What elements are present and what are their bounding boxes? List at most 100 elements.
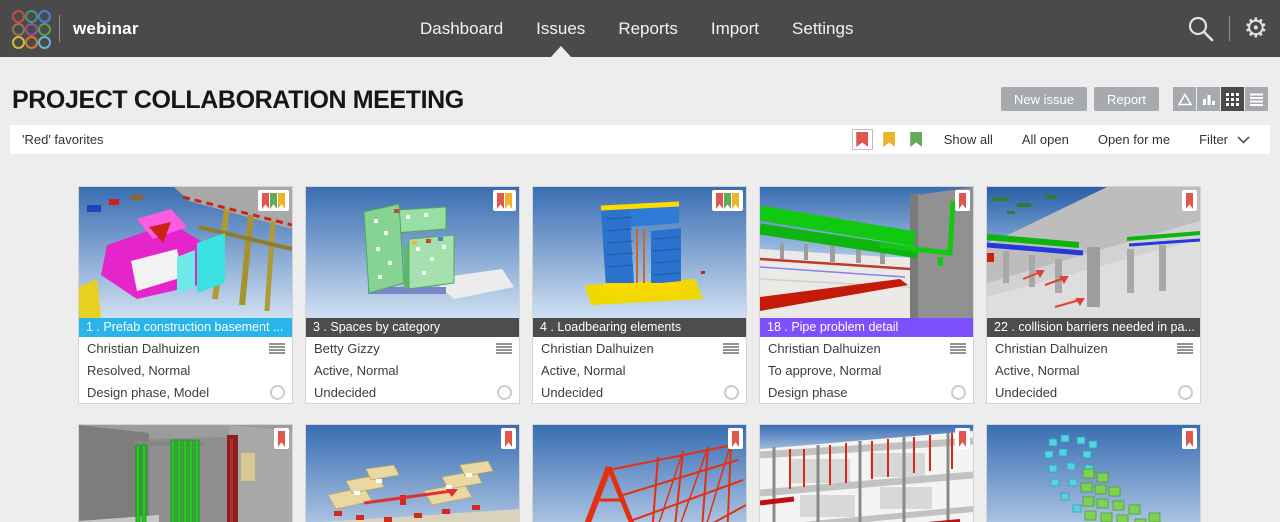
nav-reports[interactable]: Reports <box>618 0 678 57</box>
new-issue-button[interactable]: New issue <box>1001 87 1087 111</box>
grid-view-icon[interactable] <box>1221 87 1244 111</box>
nav-issues[interactable]: Issues <box>536 0 585 57</box>
card-menu-icon[interactable] <box>496 342 512 354</box>
issue-phase: Design phase <box>768 384 848 400</box>
chevron-down-icon <box>1237 135 1250 144</box>
show-all-link[interactable]: Show all <box>944 132 993 147</box>
bookmark-badge[interactable] <box>493 190 516 211</box>
issue-phase: Design phase, Model <box>87 384 210 400</box>
list-view-icon[interactable] <box>1245 87 1268 111</box>
nav-dashboard[interactable]: Dashboard <box>420 0 503 57</box>
issue-thumbnail[interactable] <box>987 425 1200 522</box>
issue-author: Christian Dalhuizen <box>768 340 881 356</box>
bimcollab-logo <box>11 9 51 49</box>
red-bookmark-filter[interactable] <box>851 129 873 150</box>
bookmark-badge[interactable] <box>728 428 743 449</box>
model-view-icon[interactable] <box>1173 87 1196 111</box>
yellow-bookmark-filter[interactable] <box>878 129 900 150</box>
all-open-link[interactable]: All open <box>1022 132 1069 147</box>
issue-thumbnail[interactable] <box>760 425 973 522</box>
issue-thumbnail[interactable] <box>533 187 746 318</box>
active-tab-notch <box>550 46 571 57</box>
green-bookmark-icon <box>270 193 277 209</box>
card-menu-icon[interactable] <box>723 342 739 354</box>
issue-title[interactable]: 4 . Loadbearing elements <box>533 318 746 337</box>
issues-grid: 1 . Prefab construction basement ... Chr… <box>78 186 1201 522</box>
logo-circle <box>37 22 51 36</box>
issue-thumbnail[interactable] <box>79 425 292 522</box>
card-menu-icon[interactable] <box>1177 342 1193 354</box>
issue-card-22[interactable]: 22 . collision barriers needed in pa... … <box>986 186 1201 404</box>
yellow-bookmark-icon <box>883 132 896 147</box>
header-icons: ⚙ <box>1187 0 1268 57</box>
card-menu-icon[interactable] <box>950 342 966 354</box>
status-circle-icon[interactable] <box>724 384 739 400</box>
issue-author: Christian Dalhuizen <box>87 340 200 356</box>
bookmark-badge[interactable] <box>1182 428 1197 449</box>
brand-divider <box>59 15 60 42</box>
filter-dropdown[interactable]: Filter <box>1199 132 1250 147</box>
card-menu-icon[interactable] <box>269 342 285 354</box>
issue-author: Christian Dalhuizen <box>541 340 654 356</box>
issue-thumbnail[interactable] <box>79 187 292 318</box>
bookmark-badge[interactable] <box>501 428 516 449</box>
issue-title[interactable]: 1 . Prefab construction basement ... <box>79 318 292 337</box>
issue-card-18[interactable]: 18 . Pipe problem detail Christian Dalhu… <box>759 186 974 404</box>
red-bookmark-icon <box>1186 431 1193 447</box>
status-circle-icon[interactable] <box>497 384 512 400</box>
status-circle-icon[interactable] <box>270 384 285 400</box>
issue-thumbnail[interactable] <box>987 187 1200 318</box>
issue-title[interactable]: 18 . Pipe problem detail <box>760 318 973 337</box>
search-icon[interactable] <box>1187 15 1215 43</box>
bookmark-badge[interactable] <box>274 428 289 449</box>
red-bookmark-icon <box>1186 193 1193 209</box>
issue-author: Betty Gizzy <box>314 340 380 356</box>
bookmark-badge[interactable] <box>955 190 970 211</box>
issue-card-row2-3[interactable] <box>532 424 747 522</box>
red-bookmark-icon <box>856 132 869 147</box>
logo-circle <box>24 9 38 23</box>
logo-circle <box>37 9 51 23</box>
red-bookmark-icon <box>262 193 269 209</box>
issue-card-row2-1[interactable] <box>78 424 293 522</box>
nav-import[interactable]: Import <box>711 0 759 57</box>
issue-thumbnail[interactable] <box>306 425 519 522</box>
issue-thumbnail[interactable] <box>760 187 973 318</box>
logo-circle <box>24 22 38 36</box>
red-bookmark-icon <box>732 431 739 447</box>
issue-card-3[interactable]: 3 . Spaces by category Betty Gizzy Activ… <box>305 186 520 404</box>
status-circle-icon[interactable] <box>951 384 966 400</box>
issue-thumbnail[interactable] <box>306 187 519 318</box>
bookmark-badge[interactable] <box>258 190 289 211</box>
logo-circle <box>37 35 51 49</box>
issue-thumbnail[interactable] <box>533 425 746 522</box>
header-divider <box>1228 16 1230 41</box>
issue-card-1[interactable]: 1 . Prefab construction basement ... Chr… <box>78 186 293 404</box>
issue-status: Active, Normal <box>541 362 626 378</box>
yellow-bookmark-icon <box>505 193 512 209</box>
filter-bar: 'Red' favorites Show all All open Open f… <box>10 125 1270 154</box>
status-circle-icon[interactable] <box>1178 384 1193 400</box>
green-bookmark-icon <box>910 132 923 147</box>
green-bookmark-filter[interactable] <box>905 129 927 150</box>
bookmark-badge[interactable] <box>1182 190 1197 211</box>
bookmark-badge[interactable] <box>712 190 743 211</box>
issue-phase: Undecided <box>314 384 377 400</box>
issue-title[interactable]: 3 . Spaces by category <box>306 318 519 337</box>
issue-card-row2-2[interactable] <box>305 424 520 522</box>
gear-icon[interactable]: ⚙ <box>1244 15 1268 42</box>
issue-title[interactable]: 22 . collision barriers needed in pa... <box>987 318 1200 337</box>
red-bookmark-icon <box>497 193 504 209</box>
issue-card-row2-5[interactable] <box>986 424 1201 522</box>
chart-view-icon[interactable] <box>1197 87 1220 111</box>
issue-card-row2-4[interactable] <box>759 424 974 522</box>
open-for-me-link[interactable]: Open for me <box>1098 132 1170 147</box>
issue-card-4[interactable]: 4 . Loadbearing elements Christian Dalhu… <box>532 186 747 404</box>
page-title: PROJECT COLLABORATION MEETING <box>12 86 464 114</box>
issue-status: Active, Normal <box>995 362 1080 378</box>
logo-circle <box>11 9 25 23</box>
report-button[interactable]: Report <box>1093 87 1159 111</box>
issue-status: Resolved, Normal <box>87 362 191 378</box>
nav-settings[interactable]: Settings <box>792 0 853 57</box>
bookmark-badge[interactable] <box>955 428 970 449</box>
